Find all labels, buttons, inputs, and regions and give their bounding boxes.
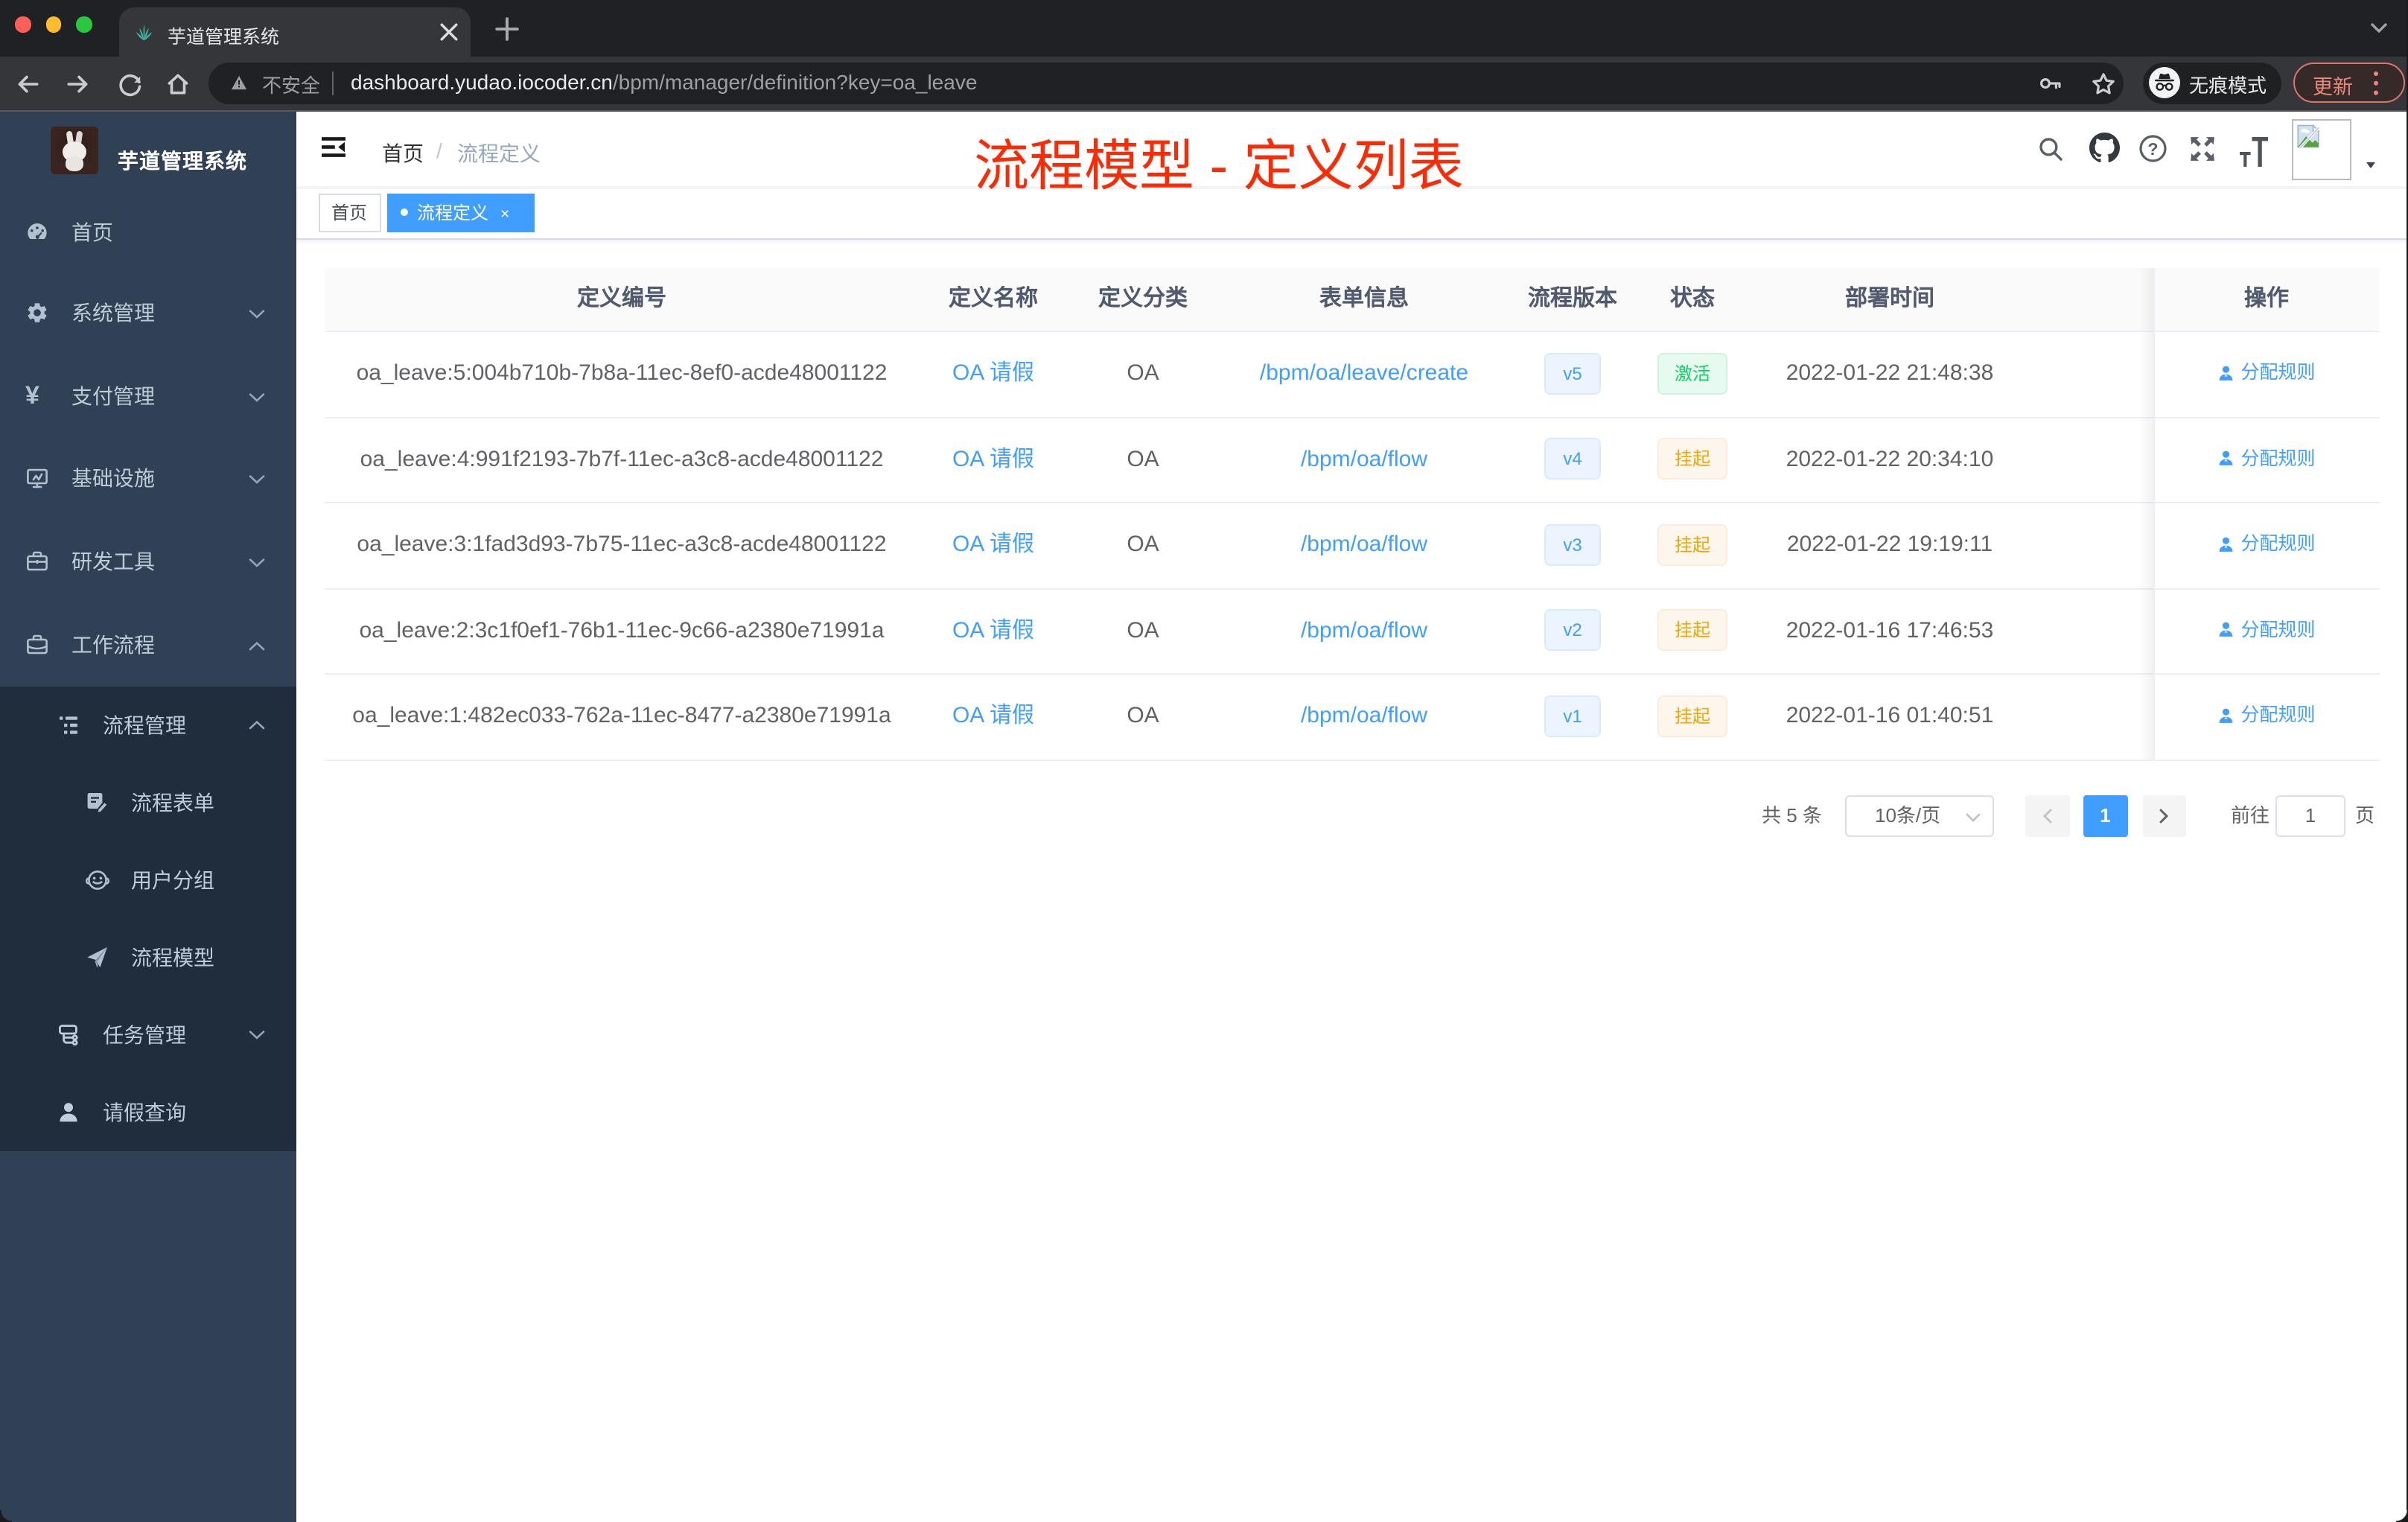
- svg-text:?: ?: [2148, 139, 2159, 159]
